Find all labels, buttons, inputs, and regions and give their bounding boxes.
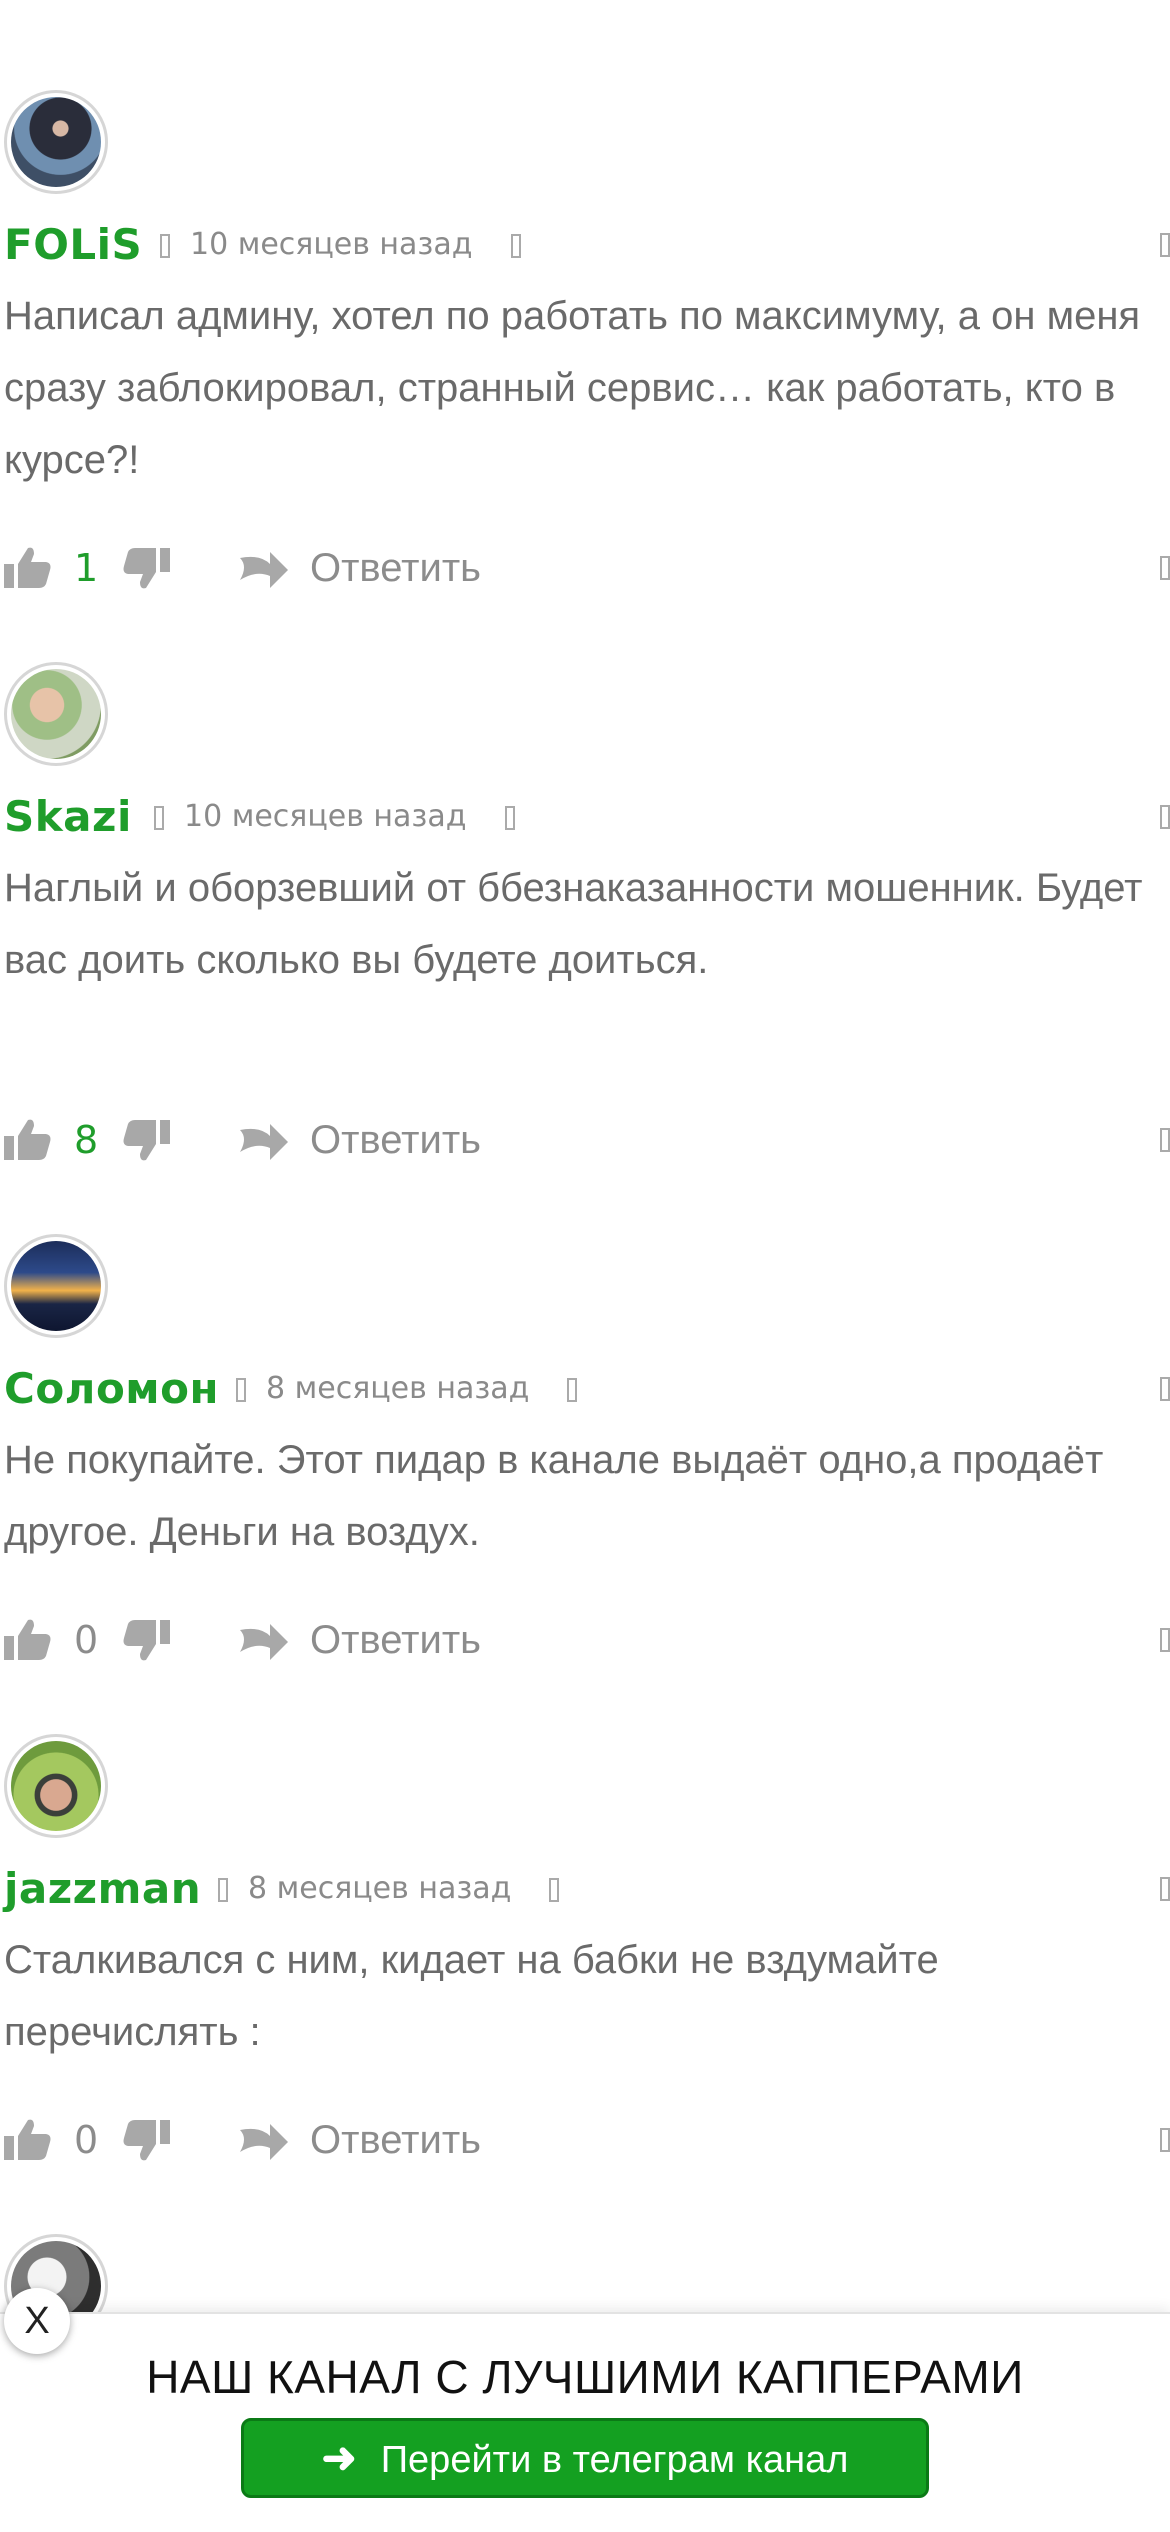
vote-count: 8: [74, 1118, 99, 1162]
reply-arrow-icon[interactable]: [238, 546, 290, 590]
comment-meta: Skazi 10 месяцев назад: [0, 792, 1170, 842]
avatar[interactable]: [4, 90, 108, 194]
menu-icon[interactable]: [1160, 1877, 1170, 1901]
menu-icon[interactable]: [1160, 805, 1170, 829]
more-icon[interactable]: [1160, 2128, 1170, 2152]
reply-button[interactable]: Ответить: [310, 1610, 481, 1670]
arrow-right-icon: ➜: [321, 2434, 357, 2481]
comment-author[interactable]: Соломон: [4, 1364, 219, 1414]
reply-button[interactable]: Ответить: [310, 538, 481, 598]
comment-date-text: 10 месяцев назад: [190, 227, 473, 262]
comment-date: 8 месяцев назад: [236, 1364, 578, 1414]
thumbs-up-icon[interactable]: [4, 1618, 52, 1662]
more-icon[interactable]: [1160, 1128, 1170, 1152]
telegram-button-label: Перейти в телеграм канал: [380, 2439, 849, 2481]
comment-text: Написал админу, хотел по работать по мак…: [4, 294, 1141, 482]
clock-icon: [218, 1877, 228, 1902]
thumbs-up-icon[interactable]: [4, 2118, 52, 2162]
more-icon[interactable]: [1160, 1628, 1170, 1652]
avatar[interactable]: [4, 662, 108, 766]
comment-date: 8 месяцев назад: [218, 1864, 560, 1914]
reply-arrow-icon[interactable]: [238, 1618, 290, 1662]
close-icon: X: [24, 2300, 50, 2342]
link-icon[interactable]: [549, 1877, 560, 1902]
comment-meta: Соломон 8 месяцев назад: [0, 1364, 1170, 1414]
thumbs-down-icon[interactable]: [122, 1118, 170, 1162]
link-icon[interactable]: [504, 805, 515, 830]
comment-meta: FOLiS 10 месяцев назад: [0, 220, 1170, 270]
telegram-channel-button[interactable]: ➜ Перейти в телеграм канал: [241, 2418, 929, 2498]
clock-icon: [160, 233, 170, 258]
more-icon[interactable]: [1160, 556, 1170, 580]
vote-count: 0: [74, 2118, 99, 2162]
link-icon[interactable]: [567, 1377, 578, 1402]
thumbs-down-icon[interactable]: [122, 546, 170, 590]
thumbs-up-icon[interactable]: [4, 1118, 52, 1162]
avatar[interactable]: [4, 1734, 108, 1838]
reply-button[interactable]: Ответить: [310, 1110, 481, 1170]
avatar[interactable]: [4, 1234, 108, 1338]
clock-icon: [236, 1377, 246, 1402]
comment-date: 10 месяцев назад: [160, 220, 521, 270]
comment-actions: 8 Ответить: [0, 1110, 1170, 1170]
banner-title: НАШ КАНАЛ С ЛУЧШИМИ КАППЕРАМИ: [146, 2351, 1024, 2403]
comment-author[interactable]: Skazi: [4, 792, 132, 842]
menu-icon[interactable]: [1160, 1377, 1170, 1401]
comment-actions: 1 Ответить: [0, 538, 1170, 598]
comment-meta: jazzman 8 месяцев назад: [0, 1864, 1170, 1914]
comment-text: Не покупайте. Этот пидар в канале выдаёт…: [4, 1438, 1104, 1554]
thumbs-up-icon[interactable]: [4, 546, 52, 590]
comment-text: Сталкивался с ним, кидает на бабки не вз…: [4, 1938, 939, 2054]
reply-arrow-icon[interactable]: [238, 2118, 290, 2162]
vote-count: 0: [74, 1618, 99, 1662]
comment-date: 10 месяцев назад: [154, 792, 515, 842]
menu-icon[interactable]: [1160, 233, 1170, 257]
comment-author[interactable]: jazzman: [4, 1864, 201, 1914]
reply-button[interactable]: Ответить: [310, 2110, 481, 2170]
clock-icon: [154, 805, 164, 830]
reply-arrow-icon[interactable]: [238, 1118, 290, 1162]
comments-page: FOLiS 10 месяцев назад Написал админу, х…: [0, 0, 1170, 2532]
thumbs-down-icon[interactable]: [122, 2118, 170, 2162]
comment-date-text: 8 месяцев назад: [248, 1871, 512, 1906]
comment-date-text: 8 месяцев назад: [266, 1371, 530, 1406]
telegram-banner: НАШ КАНАЛ С ЛУЧШИМИ КАППЕРАМИ ➜ Перейти в…: [0, 2312, 1170, 2532]
link-icon[interactable]: [510, 233, 521, 258]
vote-count: 1: [74, 546, 99, 590]
comment-author[interactable]: FOLiS: [4, 220, 142, 270]
comment-actions: 0 Ответить: [0, 1610, 1170, 1670]
comment-text: Наглый и оборзевший от ббезнаказанности …: [4, 866, 1143, 982]
thumbs-down-icon[interactable]: [122, 1618, 170, 1662]
comment-date-text: 10 месяцев назад: [184, 799, 467, 834]
close-banner-button[interactable]: X: [4, 2288, 70, 2354]
comment-actions: 0 Ответить: [0, 2110, 1170, 2170]
